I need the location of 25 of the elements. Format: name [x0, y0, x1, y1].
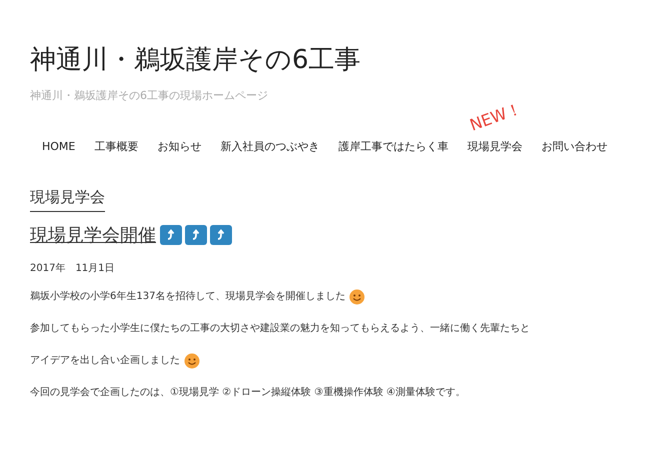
site-tagline: 神通川・鵜坂護岸その6工事の現場ホームページ — [30, 88, 269, 104]
arrow-icon — [166, 229, 176, 241]
nav-link[interactable]: 工事概要 — [94, 140, 138, 152]
paragraph: 今回の見学会で企画したのは、①現場見学 ②ドローン操縦体験 ③重機操作体験 ④測量体験です。 — [30, 386, 466, 400]
section-heading: 現場見学会 — [30, 186, 105, 212]
nav-link[interactable]: 新入社員のつぶやき — [220, 140, 320, 152]
share-button[interactable] — [160, 225, 182, 245]
smiley-icon — [349, 288, 366, 304]
arrow-icon — [191, 229, 201, 241]
paragraph: 鵜坂小学校の小学6年生137名を招待して、現場見学会を開催しました — [30, 290, 346, 304]
nav-link[interactable]: お知らせ — [157, 140, 202, 152]
post-date: 2017年 11月1日 — [30, 262, 116, 276]
site-title[interactable]: 神通川・鵜坂護岸その6工事 — [30, 42, 665, 78]
nav-link[interactable]: HOME — [42, 140, 76, 152]
nav-link[interactable]: お問い合わせ — [541, 140, 608, 152]
smiley-icon — [184, 352, 200, 368]
nav-link[interactable]: 現場見学会 — [467, 140, 522, 152]
arrow-icon — [216, 229, 226, 241]
paragraph: 参加してもらった小学生に僕たちの工事の大切さや建設業の魅力を知ってもらえるよう、一緒に働く先輩たちと — [30, 322, 530, 336]
new-label: NEW！ — [466, 96, 526, 136]
post-title[interactable]: 現場見学会開催 — [30, 222, 156, 248]
share-button[interactable] — [210, 225, 232, 245]
share-button[interactable] — [185, 225, 207, 245]
paragraph: アイデアを出し合い企画しました — [30, 354, 180, 368]
nav-link[interactable]: 護岸工事ではたらく車 — [338, 140, 448, 152]
